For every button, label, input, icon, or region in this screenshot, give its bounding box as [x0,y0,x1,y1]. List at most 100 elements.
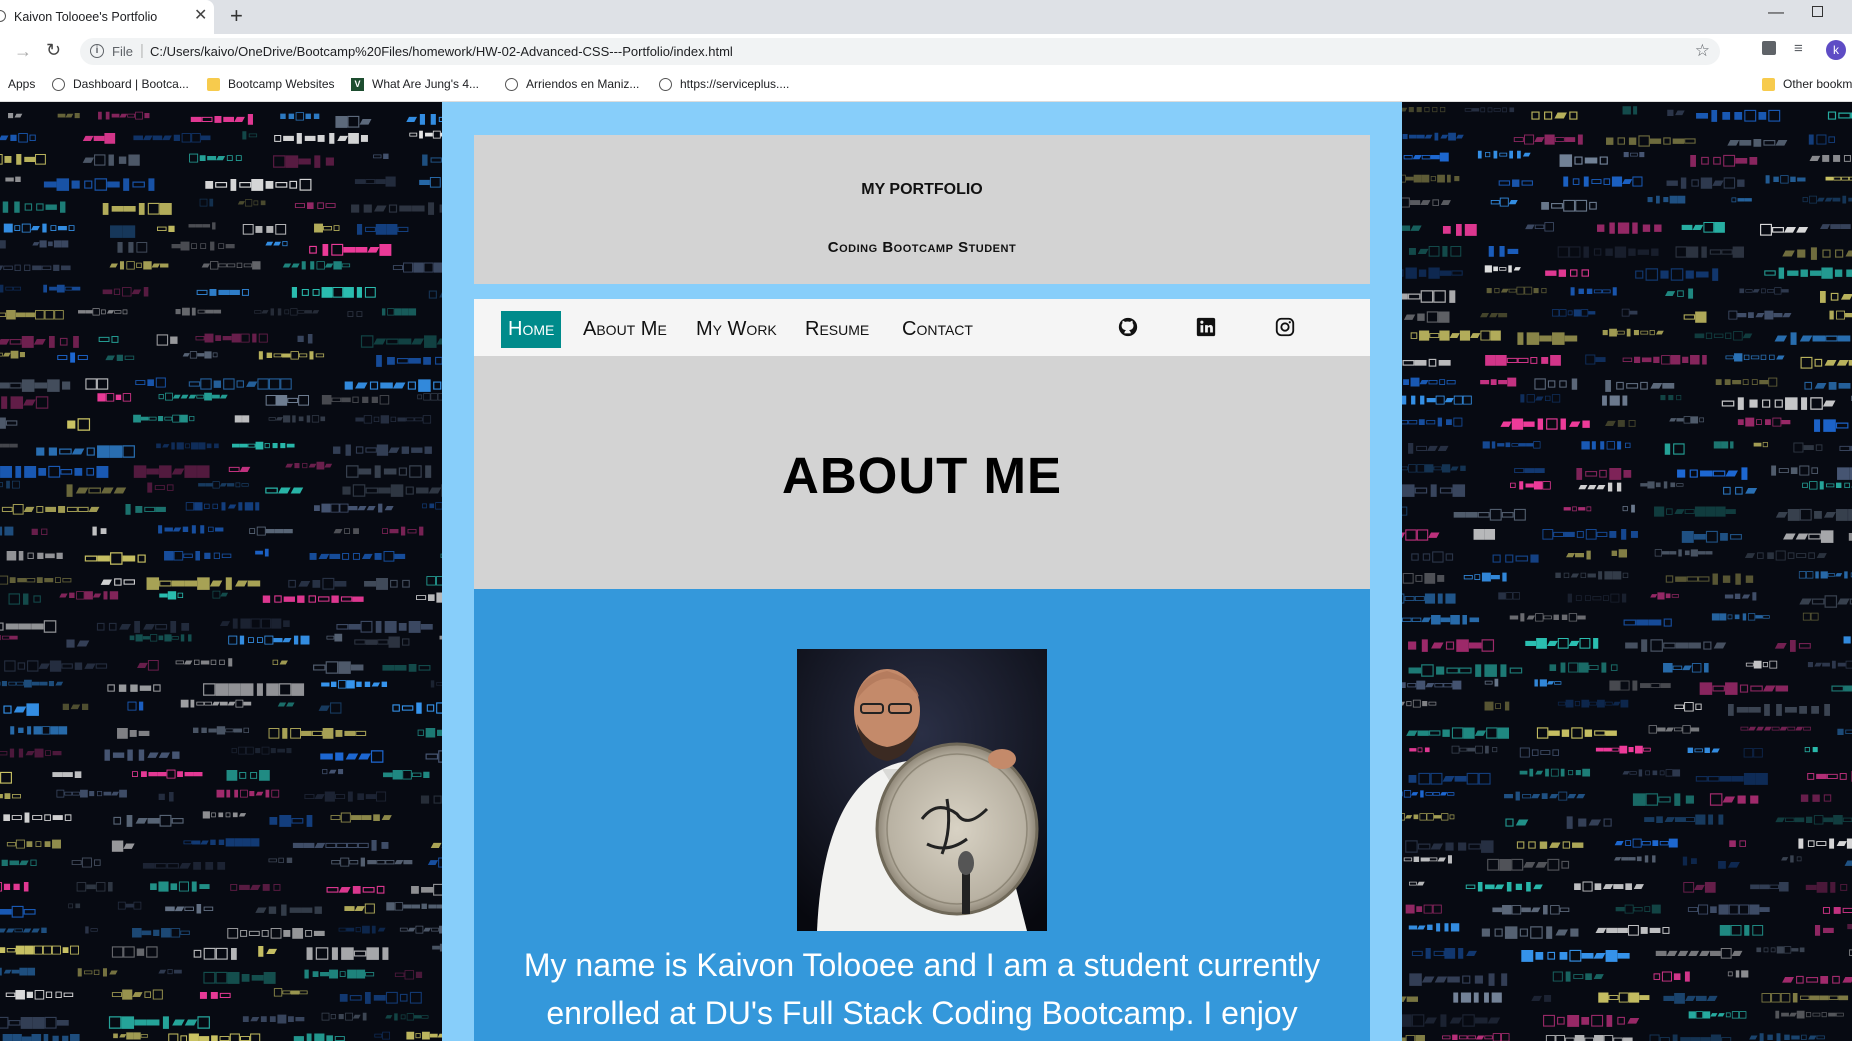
bookmark-dashboard[interactable]: Dashboard | Bootca... [52,77,189,91]
code-glyph-streak: ▰▪▫▰■▰ [285,458,333,474]
code-glyph-streak: □□ [1802,608,1819,624]
browser-toolbar: → ↻ i File | C:/Users/kaivo/OneDrive/Boo… [0,34,1852,69]
bookmark-bootcamp-websites[interactable]: Bootcamp Websites [207,77,335,91]
code-glyph-streak: □□▫■□▬ [1552,305,1596,320]
code-glyph-streak: ▪▫▬▪▫▭▪▭▬ [260,586,364,609]
address-bar[interactable]: i File | C:/Users/kaivo/OneDrive/Bootcam… [80,38,1720,65]
code-glyph-streak: ▪▰▪ [60,696,90,716]
code-glyph-streak: □▭▰▰ [1759,215,1809,240]
code-glyph-streak: ▬▬▬▮ [188,217,218,232]
nav-about-me[interactable]: About Me [576,311,674,348]
code-glyph-streak: ▭□▫ [71,852,103,873]
code-glyph-streak: ▫▪ [1803,741,1820,757]
code-glyph-streak: ▰▬■ [82,127,116,149]
globe-icon [659,77,672,91]
code-glyph-streak: ▭□▰▫▬▪▭▭▰ [1,498,100,520]
bookmark-arriendos[interactable]: Arriendos en Maniz... [505,77,639,91]
code-glyph-streak: ▪▭▪▰ [1686,741,1720,758]
bookmarks-bar: Apps Dashboard | Bootca... Bootcamp Webs… [0,69,1852,102]
url-text[interactable]: C:/Users/kaivo/OneDrive/Bootcamp%20Files… [150,44,733,59]
code-glyph-streak: ■□▮□ [1719,919,1764,941]
code-glyph-streak: ▬■▫▫▮▫▬ [171,236,235,255]
close-tab-icon[interactable]: ✕ [194,7,207,25]
code-glyph-streak: ▰▫□▭▪▭■ [1614,833,1678,852]
instagram-icon[interactable] [1274,316,1296,338]
back-arrow-icon[interactable]: → [14,41,32,62]
linkedin-icon[interactable] [1195,316,1217,338]
code-glyph-streak: ▪▭▮▭▫▬▫ [1,807,74,828]
code-glyph-streak: ▮▪□▪▬ [1763,170,1806,187]
restore-icon[interactable] [1812,6,1823,17]
nav-resume[interactable]: Resume [798,311,876,348]
code-glyph-streak: ▪□▭▬■▫▬▰□ [340,476,442,501]
code-glyph-streak: ▰▰▫ [265,236,289,252]
code-glyph-streak: □▮▫ [8,586,43,609]
bookmark-star-icon[interactable]: ☆ [1695,41,1710,61]
code-glyph-streak: ■▫□▰▮▫▬▫ [3,217,76,236]
code-glyph-streak: ▭▮▬□▬▬ [409,127,442,143]
code-glyph-streak: ▭▰▪▪▫▫▫ [1402,102,1447,118]
code-glyph-streak: ▫▬▭▫▮▫▮▬ [1805,765,1852,787]
code-glyph-streak: ▮▬▮▮▰▰▪ [101,743,182,766]
code-glyph-streak: ▭□ [374,1028,391,1041]
reading-list-icon[interactable]: ≡ [1794,40,1803,57]
code-glyph-streak: ▰▪ [1531,987,1553,1009]
code-glyph-streak: ▬▫▪ [1409,741,1431,756]
code-glyph-streak: ▬▮▭▰▪▰□▰▰ [1504,786,1586,805]
code-glyph-streak: ▮▭▰▰ [1405,436,1449,458]
profile-avatar[interactable]: k [1826,40,1846,60]
code-glyph-streak: ▫▫□▫ [1409,545,1456,568]
code-glyph-streak: ▭■ [326,630,343,646]
code-glyph-streak: ▫▫▭▪ [1490,545,1541,570]
browser-tab[interactable]: Kaivon Tolooee's Portfolio ✕ [0,0,214,34]
code-glyph-streak: ▫▬▬ [1730,191,1752,206]
code-glyph-streak: ▮▰▰▭▰▰▪ [0,921,49,938]
other-bookmarks[interactable]: Other bookm [1762,77,1852,91]
bookmark-serviceplus[interactable]: https://serviceplus.... [659,77,789,91]
code-glyph-streak: ■▭□■▬ [1598,987,1650,1008]
new-tab-button[interactable]: + [230,4,243,28]
code-glyph-streak: □▬▰▫▰ [1402,191,1451,212]
code-glyph-streak: ▬▬□▰▬▫▭ [198,476,249,491]
code-glyph-streak: ▭▪▭ [1498,170,1533,193]
code-glyph-streak: □▫■▪ [1402,566,1447,588]
nav-my-work[interactable]: My Work [689,311,784,348]
code-glyph-streak: ▰□▬■▫ [182,347,219,362]
code-glyph-streak: ▫□▬▬▬ [247,521,293,540]
code-glyph-streak: ▰▮▰▬▭▬ [1774,324,1851,349]
code-glyph-streak: □▬▰▭□▬ [1648,720,1700,737]
code-glyph-streak: ▮▪▭▬ [122,498,166,520]
bookmark-jung[interactable]: V What Are Jung's 4... [351,77,479,91]
about-title: ABOUT ME [782,447,1062,504]
info-icon[interactable]: i [90,44,104,58]
code-glyph-streak: ■▪▫▪□▬▰■▬ [1521,942,1630,967]
page-viewport: ▪▰▬▰▪▮▮▬▰▭□▪▬▭▪▬▰▮▪▪□▪▪■□▰▰▮▮▭▮■▬▰▪□▫▰▬■… [0,102,1852,1041]
extensions-icon[interactable] [1762,41,1776,55]
reload-icon[interactable]: ↻ [46,40,61,61]
nav-home[interactable]: Home [501,311,562,348]
code-glyph-streak: ■▮ [1622,102,1640,119]
code-glyph-streak: ▭▬▰▭■▬▫▫□ [1839,436,1852,458]
code-glyph-streak: ▬▭▪▬▰▫ [0,852,39,872]
code-glyph-streak: □▭▭■▮■ [1402,588,1456,609]
github-icon[interactable] [1117,316,1139,338]
code-glyph-streak: ▬▰▪ [57,107,82,123]
bookmark-apps[interactable]: Apps [8,77,35,91]
code-glyph-streak: ▭▮▬▰▮▪▮▰ [1465,876,1543,896]
code-glyph-streak: ▬▪□■▪▪▰▪ [321,676,389,693]
code-glyph-streak: □▬ [1585,348,1606,369]
tab-title: Kaivon Tolooee's Portfolio [14,10,158,24]
code-glyph-streak: ■▫▰▭■■■▬ [1653,500,1736,521]
code-glyph-streak: ■□▮▬▭▬ [1609,674,1671,695]
about-text: My name is Kaivon Tolooee and I am a stu… [523,947,1321,1031]
code-glyph-streak: ▬▫▭▫□▰ [1694,324,1753,344]
nav-contact[interactable]: Contact [895,311,980,348]
code-glyph-streak: □□▮■▭▰▮▫▭ [1798,566,1852,581]
code-glyph-streak: ■▭■▫▭▰▬ [1699,674,1789,699]
code-glyph-streak: ▰□ [137,653,159,675]
code-glyph-streak: ▭□▬▬▪▰ [330,807,392,828]
minimize-icon[interactable]: — [1768,4,1784,22]
code-glyph-streak: ▭▰▰ [265,476,304,501]
code-glyph-streak: ▰▫▭▪▫▰▫ [1782,965,1852,990]
code-glyph-streak: ▫▬▰▪▫ [228,875,283,897]
